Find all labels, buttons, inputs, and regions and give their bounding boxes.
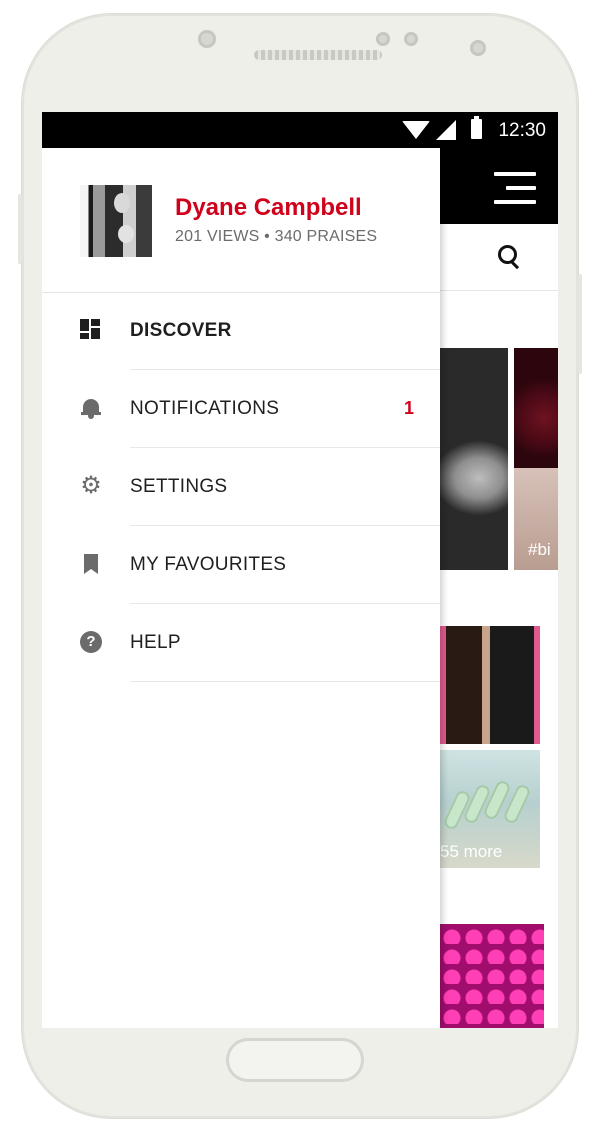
notification-badge: 1 bbox=[403, 398, 414, 418]
screen: #bi 55 more 12:30 Dyane Campbell 201 VIE… bbox=[42, 112, 558, 1028]
volume-button bbox=[18, 194, 22, 264]
feed-tile[interactable]: #bi bbox=[514, 348, 558, 570]
profile-header[interactable]: Dyane Campbell 201 VIEWS • 340 PRAISES bbox=[42, 148, 440, 293]
status-bar: 12:30 bbox=[42, 112, 558, 148]
menu-item-discover[interactable]: DISCOVER bbox=[42, 292, 440, 370]
bell-icon bbox=[80, 397, 102, 419]
proximity-sensor bbox=[376, 32, 390, 46]
feed-tile[interactable] bbox=[434, 348, 508, 570]
user-stats: 201 VIEWS • 340 PRAISES bbox=[175, 228, 378, 245]
feed-tile[interactable] bbox=[440, 924, 544, 1028]
menu-item-label: SETTINGS bbox=[130, 476, 228, 497]
sensor-dot bbox=[470, 40, 486, 56]
menu-item-label: HELP bbox=[130, 632, 181, 653]
menu-item-label: DISCOVER bbox=[130, 320, 232, 341]
menu-item-notifications[interactable]: NOTIFICATIONS 1 bbox=[42, 370, 440, 448]
menu-item-label: NOTIFICATIONS bbox=[130, 398, 280, 419]
power-button bbox=[578, 274, 582, 374]
front-camera bbox=[198, 30, 216, 48]
menu-icon[interactable] bbox=[494, 172, 536, 206]
tile-tag: #bi bbox=[528, 540, 551, 559]
feed-tile[interactable]: 55 more bbox=[440, 750, 540, 868]
wifi-icon bbox=[402, 121, 430, 139]
menu-item-label: MY FAVOURITES bbox=[130, 554, 287, 575]
dashboard-icon bbox=[80, 319, 102, 341]
status-time: 12:30 bbox=[498, 120, 546, 141]
bookmark-icon bbox=[80, 553, 102, 575]
menu-item-settings[interactable]: ⚙ SETTINGS bbox=[42, 448, 440, 526]
help-icon: ? bbox=[80, 631, 102, 653]
light-sensor bbox=[404, 32, 418, 46]
feed-tile[interactable] bbox=[440, 626, 540, 744]
search-icon[interactable] bbox=[498, 245, 520, 270]
user-name: Dyane Campbell bbox=[175, 194, 362, 221]
earpiece-speaker bbox=[254, 50, 382, 60]
menu-item-help[interactable]: ? HELP bbox=[42, 604, 440, 682]
home-button[interactable] bbox=[226, 1038, 364, 1082]
divider bbox=[130, 681, 440, 682]
battery-icon bbox=[471, 116, 482, 139]
signal-icon bbox=[436, 120, 456, 140]
avatar[interactable] bbox=[80, 185, 152, 257]
menu-item-favourites[interactable]: MY FAVOURITES bbox=[42, 526, 440, 604]
gear-icon: ⚙ bbox=[80, 472, 102, 499]
navigation-drawer: Dyane Campbell 201 VIEWS • 340 PRAISES D… bbox=[42, 148, 440, 1028]
tile-more-label: 55 more bbox=[440, 842, 503, 861]
